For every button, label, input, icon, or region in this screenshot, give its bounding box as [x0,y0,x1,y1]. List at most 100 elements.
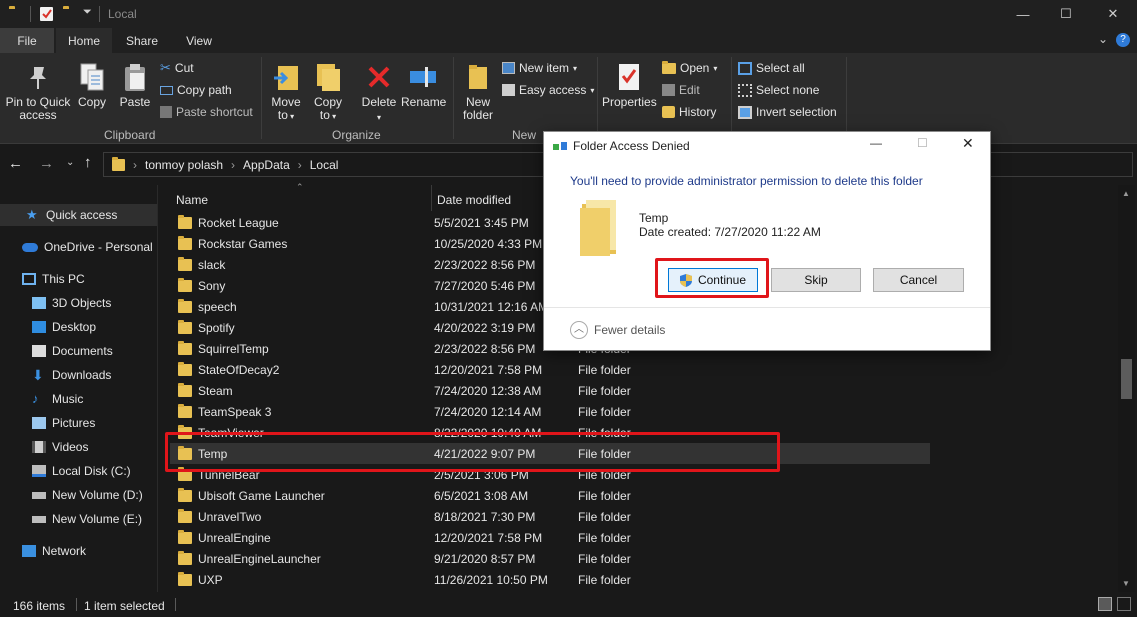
sidebar-item-local-disk-c[interactable]: Local Disk (C:) [0,460,157,482]
close-button[interactable]: ✕ [1090,0,1136,28]
properties-button[interactable]: Properties [602,61,657,109]
paste-shortcut-button[interactable]: Paste shortcut [160,103,253,121]
sidebar-item-new-volume-d[interactable]: New Volume (D:) [0,484,157,506]
details-view-icon[interactable] [1098,597,1112,611]
breadcrumb-tonmoy-polash[interactable]: tonmoy polash [145,158,223,172]
easy-access-button[interactable]: Easy access ▾ [502,81,594,99]
copy-button[interactable]: Copy [74,61,110,109]
folder-icon [178,529,192,544]
sidebar-item-this-pc[interactable]: This PC [0,268,157,290]
sidebar-item-desktop[interactable]: Desktop [0,316,157,338]
pin-to-quick-access-button[interactable]: Pin to Quick access [4,61,72,122]
invert-selection-button[interactable]: Invert selection [738,103,837,121]
table-row[interactable]: UnravelTwo 8/18/2021 7:30 PM File folder [170,506,930,527]
select-none-button[interactable]: Select none [738,81,819,99]
sidebar-item-onedrive[interactable]: OneDrive - Personal [0,236,157,258]
new-item-button[interactable]: New item ▾ [502,59,577,77]
sidebar-item-downloads[interactable]: ⬇ Downloads [0,364,157,386]
edit-button[interactable]: Edit [662,81,700,99]
breadcrumb-chevron-icon[interactable]: › [231,158,235,172]
history-button[interactable]: History [662,103,716,121]
dialog-item-name: Temp [639,211,669,225]
file-type: File folder [578,551,631,566]
table-row[interactable]: Ubisoft Game Launcher 6/5/2021 3:08 AM Fil… [170,485,930,506]
sidebar-item-videos[interactable]: Videos [0,436,157,458]
file-date-modified: 6/5/2021 3:08 AM [434,488,529,503]
new-folder-label: New folder [462,95,494,122]
open-button[interactable]: Open ▾ [662,59,717,77]
scissors-icon: ✂ [160,60,171,75]
customize-toolbar-icon[interactable]: ⏷ [83,6,92,19]
table-row[interactable]: StateOfDecay2 12/20/2021 7:58 PM File fold… [170,359,930,380]
rename-button[interactable]: Rename [401,61,446,109]
vertical-scrollbar[interactable]: ▲ ▼ [1118,185,1135,592]
file-date-modified: 9/21/2020 8:57 PM [434,551,536,566]
properties-icon[interactable] [40,7,53,21]
breadcrumb-chevron-icon[interactable]: › [298,158,302,172]
forward-arrow-icon[interactable]: → [39,155,54,172]
breadcrumb-appdata[interactable]: AppData [243,158,290,172]
computer-icon [22,273,36,285]
tab-view[interactable]: View [172,28,226,53]
sidebar-item-documents[interactable]: Documents [0,340,157,362]
sidebar-item-new-volume-e[interactable]: New Volume (E:) [0,508,157,530]
delete-button[interactable]: Delete ▾ [360,61,398,124]
sidebar-item-pictures[interactable]: Pictures [0,412,157,434]
file-date-modified: 7/24/2020 12:38 AM [434,383,542,398]
file-name: StateOfDecay2 [198,362,280,377]
collapse-ribbon-icon[interactable]: ⌄ [1098,32,1108,46]
folder-icon [178,550,192,565]
dialog-close-button[interactable]: ✕ [962,135,974,152]
table-row[interactable]: Steam 7/24/2020 12:38 AM File folder [170,380,930,401]
paste-button[interactable]: Paste [116,61,154,109]
scrollbar-thumb[interactable] [1121,359,1132,399]
tab-share[interactable]: Share [114,28,170,53]
move-to-button[interactable]: Move to ▾ [268,61,304,123]
file-name: TeamSpeak 3 [198,404,272,419]
edit-label: Edit [679,83,700,97]
table-row[interactable]: UXP 11/26/2021 10:50 PM File folder [170,569,930,590]
select-none-icon [738,83,752,97]
fewer-details-toggle[interactable]: ︿ Fewer details [570,321,665,339]
sidebar-item-music[interactable]: ♪ Music [0,388,157,410]
recent-locations-chevron-icon[interactable]: ⌄ [66,157,74,168]
scroll-up-icon[interactable]: ▲ [1122,189,1130,198]
column-header-name[interactable]: Name [176,193,208,207]
file-name: UnravelTwo [198,509,262,524]
table-row[interactable]: UnrealEngineLauncher 9/21/2020 8:57 PM Fil… [170,548,930,569]
sidebar-item-network[interactable]: Network [0,540,157,562]
copy-path-button[interactable]: Copy path [160,81,232,99]
minimize-button[interactable]: — [1000,0,1046,28]
maximize-button[interactable]: ☐ [1043,0,1089,28]
dialog-item-date: Date created: 7/27/2020 11:22 AM [639,225,821,239]
skip-button[interactable]: Skip [771,268,861,292]
sidebar-item-label: Network [42,544,87,558]
dialog-maximize-button[interactable]: ☐ [917,136,928,150]
dialog-minimize-button[interactable]: — [870,136,882,150]
cut-button[interactable]: ✂ Cut [160,59,194,77]
select-all-button[interactable]: Select all [738,59,805,77]
cancel-button[interactable]: Cancel [873,268,964,292]
tab-file[interactable]: File [0,28,54,53]
pictures-icon [32,417,46,429]
large-icons-view-icon[interactable] [1117,597,1131,611]
column-header-date-modified[interactable]: Date modified [437,193,511,207]
breadcrumb-chevron-icon[interactable]: › [133,158,137,172]
desktop-icon [32,321,46,333]
tab-home[interactable]: Home [56,28,112,53]
table-row[interactable]: UnrealEngine 12/20/2021 7:58 PM File folde… [170,527,930,548]
scroll-down-icon[interactable]: ▼ [1122,579,1130,588]
new-folder-button[interactable]: New folder [458,61,498,122]
sidebar-item-label: Desktop [52,320,97,334]
column-divider[interactable] [431,185,432,211]
up-arrow-icon[interactable]: ↑ [84,154,92,171]
breadcrumb-local[interactable]: Local [310,158,339,172]
pin-icon [23,61,53,93]
divider [76,598,77,611]
copy-to-button[interactable]: Copy to ▾ [310,61,346,123]
table-row[interactable]: TeamSpeak 3 7/24/2020 12:14 AM File folder [170,401,930,422]
back-arrow-icon[interactable]: ← [8,155,23,172]
help-icon[interactable]: ? [1116,33,1130,47]
sidebar-item-quick-access[interactable]: ★ Quick access [0,204,157,226]
sidebar-item-3d-objects[interactable]: 3D Objects [0,292,157,314]
